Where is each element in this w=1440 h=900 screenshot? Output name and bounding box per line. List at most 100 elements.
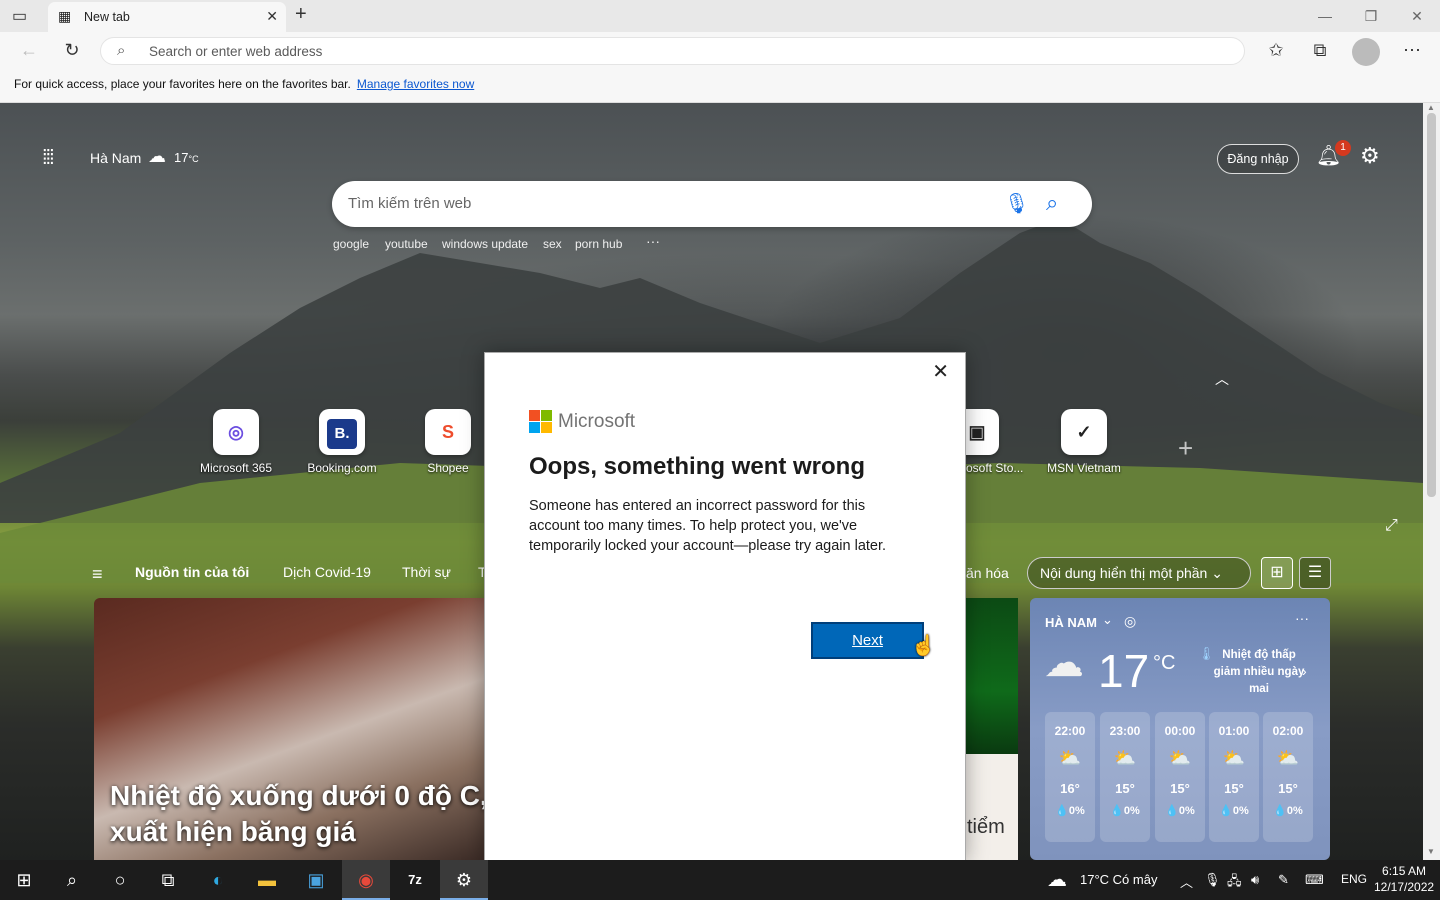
chevron-down-icon: ⌄	[1211, 565, 1223, 581]
clock[interactable]: 6:15 AM 12/17/2022	[1374, 863, 1434, 895]
file-explorer-icon[interactable]: ▬	[243, 860, 291, 900]
web-search-input[interactable]: Tìm kiếm trên web	[348, 195, 471, 212]
hourly-forecast[interactable]: 00:00 ⛅ 15° 💧0%	[1155, 712, 1205, 842]
weather-more-icon[interactable]: ···	[1295, 610, 1309, 626]
minimize-button[interactable]: —	[1302, 4, 1348, 28]
profile-avatar[interactable]	[1352, 38, 1380, 66]
apps-launcher-icon[interactable]: ⁞⁞⁞	[42, 147, 55, 170]
chevron-up-icon[interactable]: ︿	[1215, 369, 1229, 389]
tab-title: New tab	[84, 10, 130, 24]
hourly-forecast[interactable]: 22:00 ⛅ 16° 💧0%	[1045, 712, 1095, 842]
tile-msn-icon[interactable]: ✓	[1061, 409, 1107, 455]
address-input[interactable]: Search or enter web address	[149, 44, 322, 59]
grid-layout-icon[interactable]: ⊞	[1261, 557, 1293, 589]
scrollbar-thumb[interactable]	[1427, 113, 1436, 497]
weather-unit[interactable]: °C	[1153, 652, 1175, 675]
tab-actions-icon[interactable]: ▭	[12, 6, 27, 26]
refresh-button[interactable]: ↻	[57, 36, 87, 64]
suggestion-5[interactable]: porn hub	[575, 237, 622, 251]
taskbar-weather[interactable]: 17°C Có mây	[1080, 872, 1157, 887]
pen-icon[interactable]: ✎	[1278, 872, 1289, 888]
tab-strip: ▭ ▦ New tab ✕ + — ❐ ✕	[0, 0, 1440, 32]
list-layout-icon[interactable]: ☰	[1299, 557, 1331, 589]
new-tab-button[interactable]: +	[295, 3, 307, 26]
newtab-favicon-icon: ▦	[58, 8, 72, 24]
weather-location[interactable]: HÀ NAM	[1045, 615, 1097, 630]
close-tab-icon[interactable]: ✕	[266, 8, 278, 25]
back-button[interactable]: ←	[14, 36, 44, 64]
hourly-forecast[interactable]: 23:00 ⛅ 15° 💧0%	[1100, 712, 1150, 842]
keyboard-icon[interactable]: ⌨	[1305, 872, 1324, 888]
suggestion-google[interactable]: google	[333, 237, 369, 251]
content-visibility-dropdown[interactable]: Nội dung hiển thị một phần ⌄	[1027, 557, 1251, 589]
partly-cloudy-icon: ⛅	[1222, 748, 1246, 768]
chevron-right-icon[interactable]: ›	[1302, 663, 1307, 679]
scroll-up-icon[interactable]: ▲	[1427, 103, 1435, 112]
page-scrollbar[interactable]: ▲ ▼	[1423, 103, 1440, 860]
volume-icon[interactable]: 🔊︎	[1251, 872, 1259, 888]
tile-label[interactable]: Booking.com	[287, 461, 397, 475]
location-label[interactable]: Hà Nam	[90, 150, 141, 166]
signin-button[interactable]: Đăng nhập	[1217, 144, 1299, 174]
store-icon[interactable]: ▣	[292, 860, 340, 900]
restore-button[interactable]: ❐	[1348, 4, 1394, 28]
tile-label[interactable]: MSN Vietnam	[1029, 461, 1139, 475]
error-dialog: ✕ Microsoft Oops, something went wrong S…	[484, 352, 966, 862]
close-window-button[interactable]: ✕	[1394, 4, 1440, 28]
tile-shopee-icon[interactable]: S	[425, 409, 471, 455]
news-headline[interactable]: Nhiệt độ xuống dưới 0 độ C, c xuất hiện b…	[110, 778, 511, 850]
feed-tab-my-feed[interactable]: Nguồn tin của tôi	[135, 564, 249, 580]
partly-cloudy-icon: ⛅	[1276, 748, 1300, 768]
gear-icon[interactable]: ⚙	[1360, 143, 1380, 169]
tile-label[interactable]: Microsoft 365	[181, 461, 291, 475]
feed-tab-news[interactable]: Thời sự	[402, 564, 451, 580]
windows-start-icon[interactable]: ⊞	[0, 860, 48, 900]
more-menu-icon[interactable]: ⋯	[1397, 36, 1427, 64]
collections-icon[interactable]: ⧉	[1305, 36, 1335, 64]
weather-note[interactable]: Nhiệt độ thấp giảm nhiều ngày mai	[1204, 647, 1314, 698]
news-card-image[interactable]	[965, 598, 1018, 754]
feed-tab-covid[interactable]: Dịch Covid-19	[283, 564, 371, 580]
settings-icon[interactable]: ⚙	[440, 860, 488, 900]
tile-label[interactable]: osoft Sto...	[966, 461, 1026, 475]
menu-icon[interactable]: ≡	[92, 564, 103, 585]
more-suggestions-icon[interactable]: ···	[646, 233, 660, 249]
network-icon[interactable]: 🖧	[1227, 872, 1242, 894]
edge-icon[interactable]: ◐	[194, 860, 242, 900]
chevron-up-icon[interactable]: ︿	[1180, 872, 1193, 891]
scroll-down-icon[interactable]: ▼	[1427, 847, 1435, 856]
microphone-icon[interactable]: 🎙︎	[1204, 872, 1221, 888]
web-search-box[interactable]: Tìm kiếm trên web 🎙︎ ⌕	[332, 181, 1092, 227]
cloud-icon[interactable]: ☁	[1047, 867, 1067, 892]
address-bar[interactable]: ⌕ Search or enter web address	[100, 37, 1245, 65]
language-indicator[interactable]: ENG	[1341, 872, 1367, 886]
location-detect-icon[interactable]: ◎	[1124, 613, 1136, 630]
current-temp[interactable]: 17°C	[174, 150, 199, 165]
chrome-icon[interactable]: ◉	[342, 860, 390, 900]
feed-tab-culture[interactable]: ăn hóa	[966, 565, 1009, 581]
microphone-icon[interactable]: 🎙︎	[1004, 191, 1029, 216]
hourly-forecast[interactable]: 01:00 ⛅ 15° 💧0%	[1209, 712, 1259, 842]
news-card-text[interactable]: tiểm	[965, 754, 1018, 860]
cortana-icon[interactable]: ○	[96, 860, 144, 900]
suggestion-4[interactable]: sex	[543, 237, 562, 251]
chevron-down-icon[interactable]: ⌄	[1102, 612, 1113, 628]
add-site-icon[interactable]: +	[1178, 433, 1193, 464]
close-icon[interactable]: ✕	[932, 359, 949, 384]
news-card[interactable]: Nhiệt độ xuống dưới 0 độ C, c xuất hiện b…	[94, 598, 511, 860]
tab-new-tab[interactable]: ▦ New tab ✕	[48, 2, 286, 32]
manage-favorites-link[interactable]: Manage favorites now	[357, 77, 474, 91]
weather-temp: 17	[1098, 645, 1150, 697]
favorites-icon[interactable]: ✩	[1261, 36, 1291, 64]
search-icon[interactable]: ⌕	[48, 860, 96, 900]
search-submit-icon[interactable]: ⌕	[1046, 190, 1058, 216]
hourly-forecast[interactable]: 02:00 ⛅ 15° 💧0%	[1263, 712, 1313, 842]
expand-icon[interactable]: ⤢	[1385, 517, 1398, 535]
suggestion-windows-update[interactable]: windows update	[442, 237, 528, 251]
task-view-icon[interactable]: ⧉	[144, 860, 192, 900]
7zip-icon[interactable]: 7z	[391, 860, 439, 900]
tile-booking-icon[interactable]: B.	[319, 409, 365, 455]
suggestion-youtube[interactable]: youtube	[385, 237, 428, 251]
next-button[interactable]: Next	[811, 622, 924, 659]
tile-microsoft365-icon[interactable]: ◎	[213, 409, 259, 455]
